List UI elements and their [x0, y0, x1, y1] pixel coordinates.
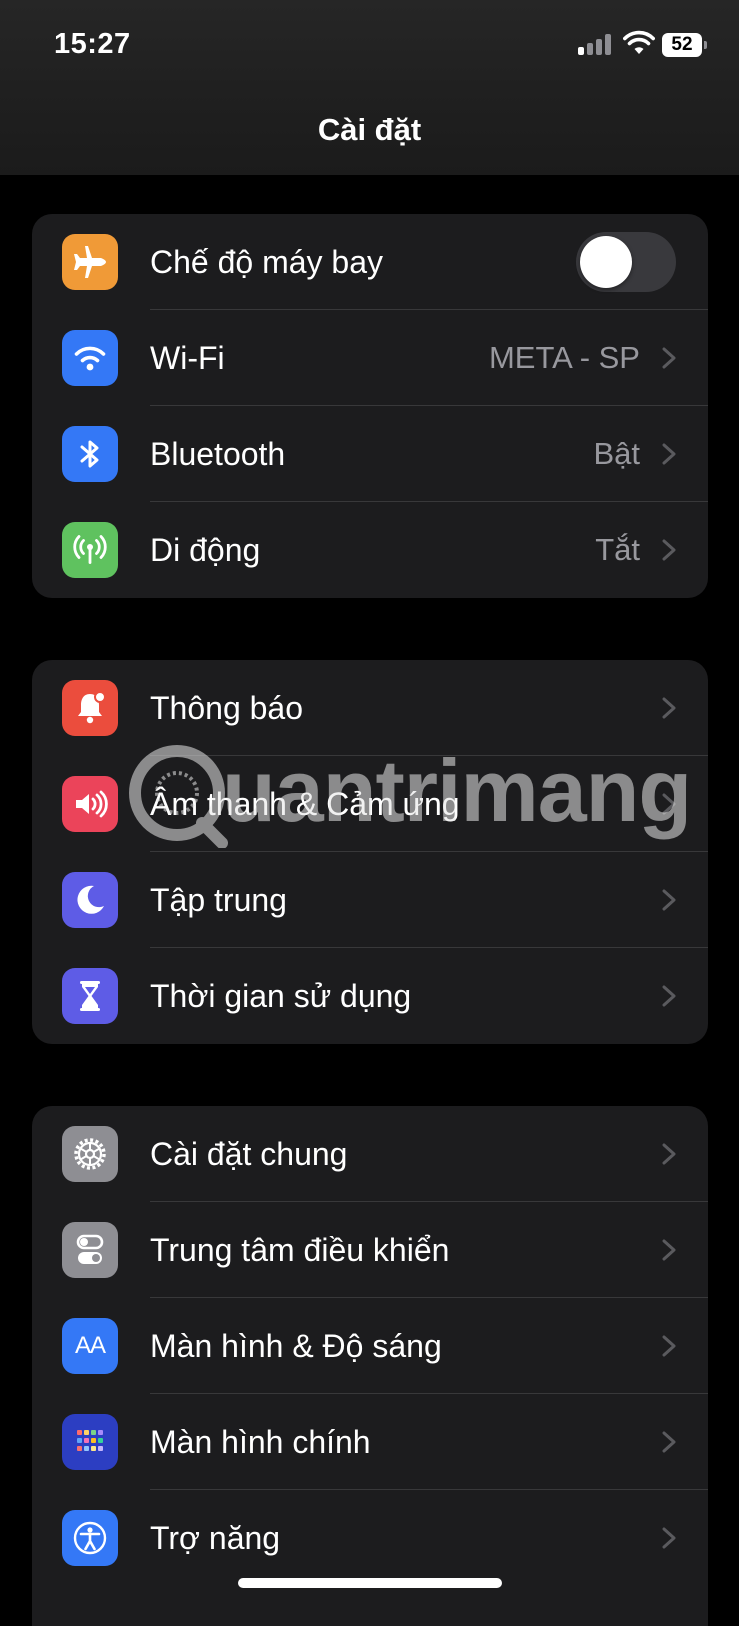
control-center-label: Trung tâm điều khiển — [150, 1232, 450, 1268]
bluetooth-value: Bật — [593, 436, 640, 471]
accessibility-icon — [62, 1510, 118, 1566]
home-indicator[interactable] — [238, 1578, 502, 1588]
accessibility-label: Trợ năng — [150, 1520, 281, 1556]
status-time: 15:27 — [54, 28, 131, 60]
wifi-status-icon — [623, 30, 655, 56]
moon-icon — [62, 872, 118, 928]
hourglass-icon — [62, 968, 118, 1024]
settings-row-notifications[interactable]: Thông báo — [32, 660, 708, 756]
cellular-label: Di động — [150, 532, 261, 568]
bell-icon — [62, 680, 118, 736]
speaker-icon — [62, 776, 118, 832]
chevron-right-icon — [662, 1239, 676, 1261]
gear-icon — [62, 1126, 118, 1182]
settings-group-notifications: Thông báo Âm thanh & Cảm ứng Tập trung T… — [32, 660, 708, 1044]
page-title: Cài đặt — [317, 112, 422, 147]
settings-row-focus[interactable]: Tập trung — [32, 852, 708, 948]
settings-row-display-brightness[interactable]: AA Màn hình & Độ sáng — [32, 1298, 708, 1394]
battery-indicator: 52 — [662, 33, 707, 57]
chevron-right-icon — [662, 985, 676, 1007]
cellular-signal-icon — [578, 33, 614, 55]
screen-time-label: Thời gian sử dụng — [150, 978, 412, 1014]
focus-label: Tập trung — [150, 882, 287, 918]
settings-row-bluetooth[interactable]: Bluetooth Bật — [32, 406, 708, 502]
cellular-value: Tắt — [595, 532, 640, 567]
status-bar: 15:27 52 Cài đặt — [0, 0, 739, 175]
settings-group-connectivity: Chế độ máy bay Wi-Fi META - SP Bluetooth… — [32, 214, 708, 598]
settings-row-home-screen[interactable]: Màn hình chính — [32, 1394, 708, 1490]
toggle-knob — [580, 236, 632, 288]
settings-row-sounds-haptics[interactable]: Âm thanh & Cảm ứng — [32, 756, 708, 852]
text-size-icon: AA — [62, 1318, 118, 1374]
home-screen-label: Màn hình chính — [150, 1424, 371, 1460]
settings-row-control-center[interactable]: Trung tâm điều khiển — [32, 1202, 708, 1298]
sounds-haptics-label: Âm thanh & Cảm ứng — [150, 786, 460, 822]
wifi-label: Wi-Fi — [150, 340, 225, 376]
chevron-right-icon — [662, 443, 676, 465]
home-screen-icon — [62, 1414, 118, 1470]
chevron-right-icon — [662, 539, 676, 561]
chevron-right-icon — [662, 1431, 676, 1453]
notifications-label: Thông báo — [150, 690, 304, 726]
chevron-right-icon — [662, 793, 676, 815]
settings-row-airplane-mode: Chế độ máy bay — [32, 214, 708, 310]
bluetooth-label: Bluetooth — [150, 436, 286, 472]
airplane-mode-label: Chế độ máy bay — [150, 244, 384, 280]
settings-row-cellular[interactable]: Di động Tắt — [32, 502, 708, 598]
chevron-right-icon — [662, 697, 676, 719]
switches-icon — [62, 1222, 118, 1278]
bluetooth-icon — [62, 426, 118, 482]
chevron-right-icon — [662, 1527, 676, 1549]
wifi-icon — [62, 330, 118, 386]
chevron-right-icon — [662, 1143, 676, 1165]
settings-row-accessibility[interactable]: Trợ năng — [32, 1490, 708, 1586]
settings-row-screen-time[interactable]: Thời gian sử dụng — [32, 948, 708, 1044]
settings-row-wifi[interactable]: Wi-Fi META - SP — [32, 310, 708, 406]
chevron-right-icon — [662, 1335, 676, 1357]
settings-group-general: Cài đặt chung Trung tâm điều khiển AA Mà… — [32, 1106, 708, 1626]
text-size-glyph: AA — [74, 1332, 106, 1359]
wifi-network-value: META - SP — [488, 340, 640, 375]
airplane-icon — [62, 234, 118, 290]
chevron-right-icon — [662, 347, 676, 369]
general-label: Cài đặt chung — [150, 1136, 348, 1172]
airplane-mode-toggle[interactable] — [576, 232, 676, 292]
chevron-right-icon — [662, 889, 676, 911]
display-brightness-label: Màn hình & Độ sáng — [150, 1328, 442, 1364]
settings-row-general[interactable]: Cài đặt chung — [32, 1106, 708, 1202]
antenna-icon — [62, 522, 118, 578]
